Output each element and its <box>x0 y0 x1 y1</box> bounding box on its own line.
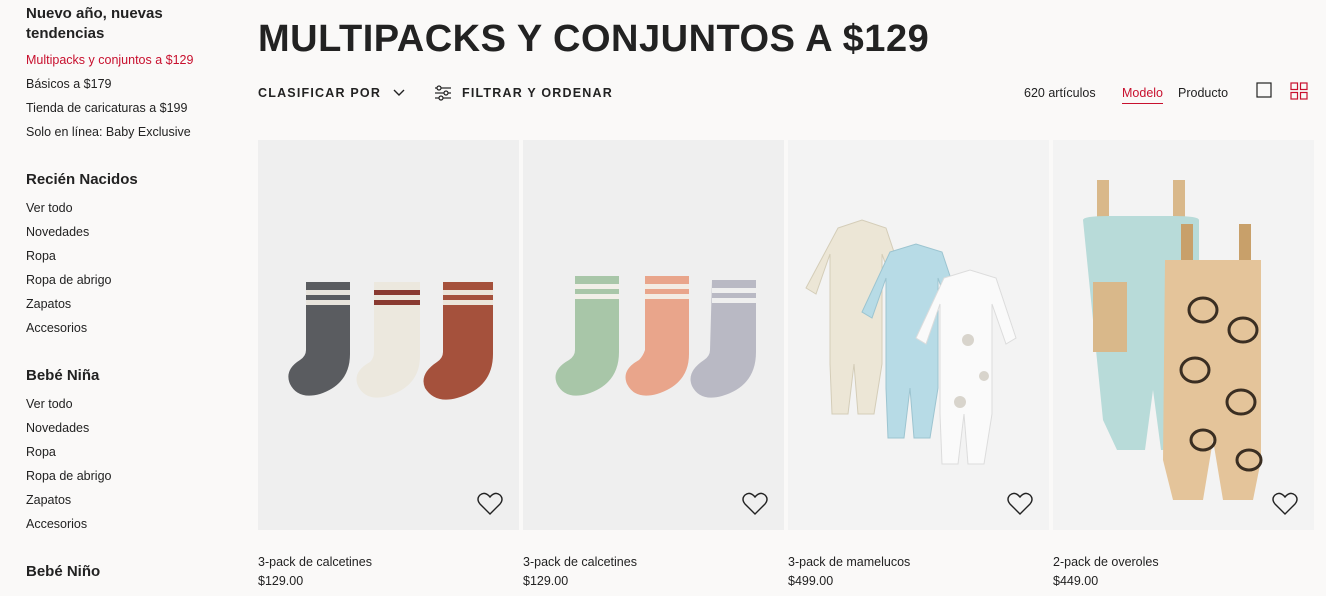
product-image[interactable] <box>1053 140 1314 530</box>
toolbar: CLASIFICAR POR FILTRAR Y ORDENAR 620 art… <box>258 82 1312 106</box>
sidebar-heading: Nuevo año, nuevas tendencias <box>26 5 163 42</box>
sidebar-item-ver-todo[interactable]: Ver todo <box>26 196 236 220</box>
sidebar-item-novedades[interactable]: Novedades <box>26 220 236 244</box>
product-image[interactable] <box>258 140 519 530</box>
sidebar-group-new-year: Nuevo año, nuevas tendencias Multipacks … <box>26 4 236 144</box>
sidebar-item-zapatos[interactable]: Zapatos <box>26 488 236 512</box>
grid-view-icon[interactable] <box>1290 82 1308 100</box>
sidebar-list: Multipacks y conjuntos a $129 Básicos a … <box>26 48 236 144</box>
sidebar-item-multipacks[interactable]: Multipacks y conjuntos a $129 <box>26 48 236 72</box>
sidebar-item-baby-exclusive[interactable]: Solo en línea: Baby Exclusive <box>26 120 236 144</box>
item-count: 620 artículos <box>1024 86 1096 100</box>
sidebar-item-caricaturas[interactable]: Tienda de caricaturas a $199 <box>26 96 236 120</box>
socks-image <box>258 140 519 530</box>
sidebar-item-accesorios[interactable]: Accesorios <box>26 512 236 536</box>
product-image[interactable] <box>523 140 784 530</box>
sidebar-heading: Recién Nacidos <box>26 171 138 188</box>
sidebar-item-accesorios[interactable]: Accesorios <box>26 316 236 340</box>
sidebar-item-ropa-de-abrigo[interactable]: Ropa de abrigo <box>26 268 236 292</box>
sidebar-heading: Bebé Niña <box>26 367 100 384</box>
filter-button[interactable]: FILTRAR Y ORDENAR <box>434 82 613 104</box>
sidebar-item-ropa-de-abrigo[interactable]: Ropa de abrigo <box>26 464 236 488</box>
product-price: $129.00 <box>258 574 304 588</box>
sidebar-heading: Bebé Niño <box>26 563 101 580</box>
sidebar-group-bebe-nina: Bebé Niña Ver todo Novedades Ropa Ropa d… <box>26 366 236 536</box>
sliders-icon <box>435 85 451 101</box>
product-name[interactable]: 3-pack de calcetines <box>523 555 784 569</box>
page-title: MULTIPACKS Y CONJUNTOS A $129 <box>258 18 930 60</box>
view-model-toggle[interactable]: Modelo <box>1122 86 1163 104</box>
sidebar-list: Ver todo Novedades Ropa Ropa de abrigo Z… <box>26 196 236 340</box>
sidebar-group-recien-nacidos: Recién Nacidos Ver todo Novedades Ropa R… <box>26 170 236 340</box>
product-price: $129.00 <box>523 574 569 588</box>
sidebar-item-basicos[interactable]: Básicos a $179 <box>26 72 236 96</box>
product-image[interactable] <box>788 140 1049 530</box>
sort-button[interactable]: CLASIFICAR POR <box>258 82 405 104</box>
product-price: $449.00 <box>1053 574 1099 588</box>
heart-icon[interactable] <box>477 492 503 516</box>
product-card[interactable]: 3-pack de mamelucos $499.00 <box>788 140 1049 588</box>
product-grid: 3-pack de calcetines $129.00 3-pack de c… <box>258 140 1314 588</box>
product-price: $499.00 <box>788 574 834 588</box>
sidebar-list: Ver todo Novedades Ropa Ropa de abrigo Z… <box>26 392 236 536</box>
sidebar-item-ropa[interactable]: Ropa <box>26 440 236 464</box>
sidebar-item-zapatos[interactable]: Zapatos <box>26 292 236 316</box>
heart-icon[interactable] <box>1007 492 1033 516</box>
view-product-toggle[interactable]: Producto <box>1178 86 1228 100</box>
sidebar-group-bebe-nino: Bebé Niño <box>26 562 236 582</box>
product-card[interactable]: 3-pack de calcetines $129.00 <box>523 140 784 588</box>
bodysuits-image <box>788 140 1049 530</box>
sort-label: CLASIFICAR POR <box>258 86 382 100</box>
single-view-icon[interactable] <box>1256 82 1272 98</box>
product-name[interactable]: 2-pack de overoles <box>1053 555 1314 569</box>
sidebar-item-ropa[interactable]: Ropa <box>26 244 236 268</box>
sidebar-item-ver-todo[interactable]: Ver todo <box>26 392 236 416</box>
product-name[interactable]: 3-pack de mamelucos <box>788 555 1049 569</box>
filter-label: FILTRAR Y ORDENAR <box>462 86 613 100</box>
product-name[interactable]: 3-pack de calcetines <box>258 555 519 569</box>
heart-icon[interactable] <box>1272 492 1298 516</box>
chevron-down-icon <box>393 89 405 96</box>
product-card[interactable]: 2-pack de overoles $449.00 <box>1053 140 1314 588</box>
sidebar-item-novedades[interactable]: Novedades <box>26 416 236 440</box>
socks-image <box>523 140 784 530</box>
heart-icon[interactable] <box>742 492 768 516</box>
overalls-image <box>1053 140 1314 530</box>
product-card[interactable]: 3-pack de calcetines $129.00 <box>258 140 519 588</box>
